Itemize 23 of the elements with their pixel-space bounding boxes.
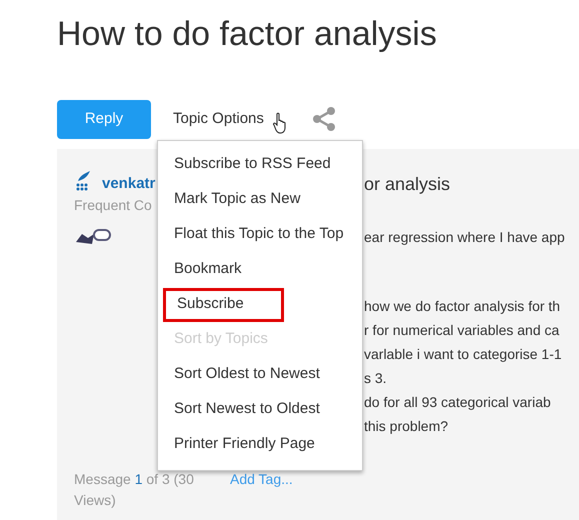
share-icon[interactable] [312,107,336,131]
message-count: Message 1 of 3 (30 Views) [74,470,195,510]
post-text-line: varlable i want to categorise 1-1 [364,345,562,364]
menu-item[interactable]: Subscribe to RSS Feed [163,148,331,182]
menu-item[interactable]: Bookmark [163,252,242,286]
menu-item[interactable]: Sort Newest to Oldest [163,392,320,426]
page-title: How to do factor analysis [57,14,438,55]
post-text-line: s 3. [364,369,387,388]
menu-item[interactable]: Sort Oldest to Newest [163,358,320,392]
menu-item[interactable]: Subscribe [163,288,284,322]
post-heading: or analysis [364,173,452,196]
author-rank: Frequent Co [74,196,152,215]
menu-item[interactable]: Float this Topic to the Top [163,218,344,252]
post-text-line: ear regression where I have app [364,228,565,247]
topic-options-button[interactable]: Topic Options [173,108,264,130]
menu-item[interactable]: Mark Topic as New [163,182,300,216]
post-text-line: do for all 93 categorical variab [364,393,551,412]
post-text-line: this problem? [364,417,448,436]
author-name[interactable]: venkatr [102,175,156,193]
post-text-line: r for numerical variables and ca [364,321,560,340]
badge-icon [74,226,114,246]
menu-item[interactable]: Printer Friendly Page [163,428,315,462]
post-text-line: how we do factor analysis for th [364,297,560,316]
